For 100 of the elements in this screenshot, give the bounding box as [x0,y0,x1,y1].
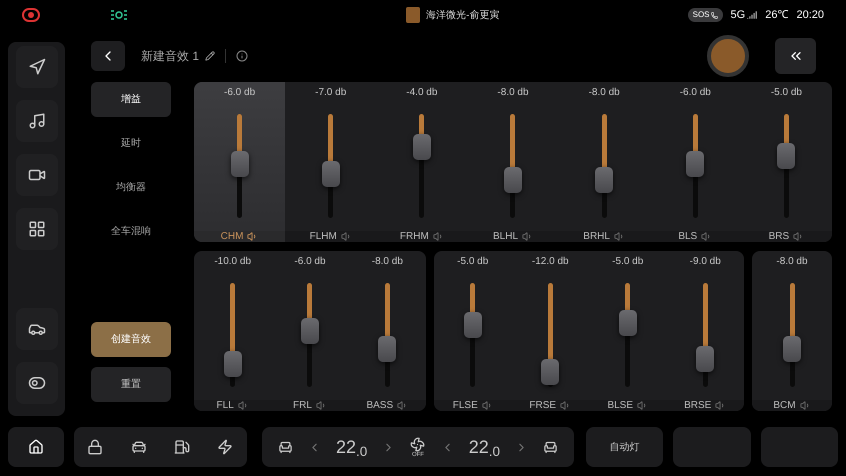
channel-strip[interactable]: -9.0 db BRSE [666,251,744,411]
sidebar-item[interactable] [16,100,58,142]
gain-reading: -8.0 db [497,88,529,98]
speaker-icon[interactable] [701,231,712,242]
gain-reading: -6.0 db [224,88,256,98]
menu-tab[interactable]: 延时 [91,126,171,161]
collapse-button[interactable] [775,38,816,74]
channel-strip[interactable]: -5.0 db FLSE [434,251,512,411]
parking-brake-icon [22,8,40,22]
channel-strip[interactable]: -10.0 db FLL [194,251,272,411]
gain-reading: -6.0 db [294,257,326,267]
menu-tab[interactable]: 均衡器 [91,170,171,205]
speaker-icon[interactable] [247,231,258,242]
info-icon[interactable] [236,50,248,62]
slider-thumb[interactable] [686,150,704,177]
slider-thumb[interactable] [504,166,522,193]
car-icon[interactable] [130,439,147,455]
channel-strip[interactable]: -6.0 db BLS [650,82,741,242]
driver-temperature: 22$_{.0}$ [336,436,368,460]
fuel-icon[interactable] [174,439,190,455]
speaker-icon[interactable] [793,231,804,242]
channel-strip[interactable]: -5.0 db BRS [740,82,832,242]
sidebar-item[interactable] [16,46,58,88]
passenger-temperature: 22$_{.0}$ [468,436,500,460]
auto-light-button[interactable]: 自动灯 [586,427,664,467]
gain-reading: -10.0 db [214,257,252,267]
channel-strip[interactable]: -6.0 db CHM [194,82,286,242]
lock-icon[interactable] [87,439,104,455]
speaker-icon[interactable] [637,400,648,411]
edit-icon[interactable] [205,51,216,61]
channel-strip[interactable]: -8.0 db BASS [348,251,426,411]
gain-reading: -9.0 db [690,257,721,267]
back-button[interactable] [91,41,125,71]
song-title[interactable]: 海洋微光-俞更寅 [426,8,500,22]
gain-reading: -5.0 db [457,257,488,267]
slider-thumb[interactable] [224,351,242,378]
reset-button[interactable]: 重置 [91,367,171,402]
speaker-icon[interactable] [614,231,625,242]
speaker-icon[interactable] [432,231,444,242]
slider-thumb[interactable] [618,310,637,336]
channel-strip[interactable]: -6.0 db FRL [271,251,349,411]
gain-reading: -12.0 db [532,257,569,267]
gain-reading: -6.0 db [680,88,711,98]
slider-thumb[interactable] [696,346,714,372]
sidebar-item[interactable] [16,362,58,404]
gain-reading: -5.0 db [612,257,644,267]
slider-thumb[interactable] [300,318,319,344]
seat-heat-icon[interactable] [278,440,293,454]
speaker-icon[interactable] [340,231,352,242]
slider-thumb[interactable] [464,312,482,338]
phone-icon [710,12,718,18]
create-effect-button[interactable]: 创建音效 [91,322,171,357]
menu-tab[interactable]: 全车混响 [91,214,171,249]
speaker-icon[interactable] [800,400,811,411]
menu-tab[interactable]: 增益 [91,82,171,117]
album-art[interactable] [707,35,749,77]
speaker-icon[interactable] [715,400,726,411]
slider-thumb[interactable] [783,336,801,362]
grid-icon [28,220,46,238]
channel-strip[interactable]: -8.0 db BRHL [558,82,650,242]
sidebar-item[interactable] [16,308,58,350]
speaker-icon[interactable] [560,400,572,411]
slider-thumb[interactable] [378,336,396,362]
channel-name: FLHM [310,232,337,242]
speaker-icon[interactable] [482,400,493,411]
sidebar-item[interactable] [16,154,58,196]
channel-name: BRS [768,232,790,242]
bolt-icon[interactable] [217,439,234,455]
channel-name: BRSE [684,400,712,410]
speaker-icon[interactable] [316,400,327,411]
sidebar-item[interactable] [16,208,58,250]
channel-strip[interactable]: -12.0 db FRSE [512,251,589,411]
slider-thumb[interactable] [541,359,560,386]
channel-name: FLL [216,400,234,410]
channel-strip[interactable]: -5.0 db BLSE [589,251,666,411]
channel-strip[interactable]: -7.0 db FLHM [285,82,376,242]
fan-icon[interactable] [410,436,426,452]
slider-thumb[interactable] [412,134,431,160]
signal-icon [747,10,758,20]
slider-thumb[interactable] [777,142,796,169]
channel-strip[interactable]: -4.0 db FRHM [376,82,468,242]
channel-name: BRHL [583,232,610,242]
gain-reading: -8.0 db [372,257,403,267]
slider-thumb[interactable] [230,150,249,177]
channel-name: FRL [293,400,312,410]
toggle-icon [28,374,46,392]
sos-badge[interactable]: SOS [688,8,723,22]
clock: 20:20 [796,8,824,23]
channel-strip[interactable]: -8.0 db BLHL [467,82,559,242]
speaker-icon[interactable] [397,400,408,411]
seat-heat-icon[interactable] [543,440,558,454]
channel-name: FLSE [452,400,478,410]
channel-name: BLHL [492,232,518,242]
album-thumbnail [406,7,420,23]
channel-strip[interactable]: -8.0 db BCM [752,251,832,411]
speaker-icon[interactable] [522,231,533,242]
slider-thumb[interactable] [322,161,340,188]
slider-thumb[interactable] [595,166,614,193]
home-button[interactable] [8,427,64,467]
speaker-icon[interactable] [238,400,249,411]
